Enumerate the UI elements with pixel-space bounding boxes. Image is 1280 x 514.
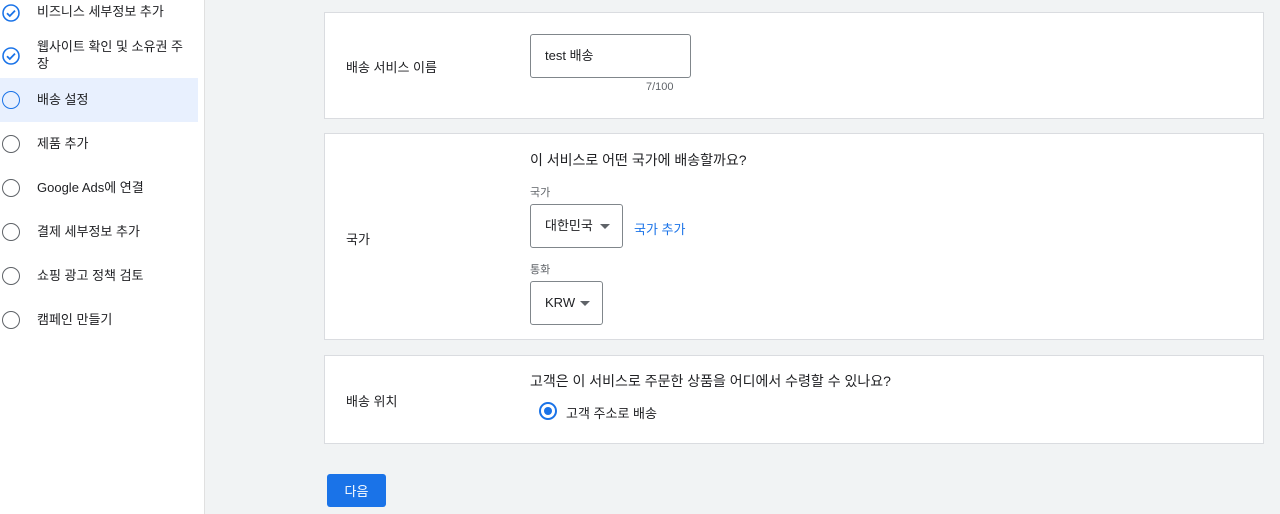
country-card: 국가 이 서비스로 어떤 국가에 배송할까요? 국가 대한민국 국가 추가 통화… (324, 133, 1264, 340)
delivery-location-card: 배송 위치 고객은 이 서비스로 주문한 상품을 어디에서 수령할 수 있나요?… (324, 355, 1264, 444)
currency-field-label: 통화 (530, 264, 551, 276)
add-country-link[interactable]: 국가 추가 (634, 219, 685, 238)
country-question: 이 서비스로 어떤 국가에 배송할까요? (530, 152, 747, 168)
step-label: 비즈니스 세부정보 추가 (37, 4, 164, 19)
chevron-down-icon (600, 224, 610, 229)
step-add-products[interactable]: 제품 추가 (0, 122, 198, 166)
circle-icon (2, 223, 20, 241)
deliver-to-address-radio[interactable] (539, 402, 557, 420)
step-label: 결제 세부정보 추가 (37, 224, 140, 239)
delivery-location-question: 고객은 이 서비스로 주문한 상품을 어디에서 수령할 수 있나요? (530, 373, 891, 389)
radio-selected-dot (544, 407, 552, 415)
step-website-verify[interactable]: 웹사이트 확인 및 소유권 주장 (0, 34, 198, 76)
circle-icon (2, 311, 20, 329)
currency-select-value: KRW (545, 295, 576, 310)
step-label: 캠페인 만들기 (37, 312, 113, 327)
check-circle-icon (2, 47, 20, 65)
step-business-info[interactable]: 비즈니스 세부정보 추가 (0, 0, 198, 26)
circle-icon (2, 135, 20, 153)
circle-icon (2, 91, 20, 109)
step-label: Google Ads에 연결 (37, 180, 144, 195)
step-label: 쇼핑 광고 정책 검토 (37, 268, 144, 283)
currency-select[interactable]: KRW (530, 281, 603, 325)
step-label: 제품 추가 (37, 136, 89, 151)
country-row-label: 국가 (346, 232, 370, 247)
service-name-input[interactable]: test 배송 (530, 34, 691, 78)
country-field-label: 국가 (530, 187, 551, 199)
step-shipping-settings[interactable]: 배송 설정 (0, 78, 198, 122)
setup-steps-sidebar: 비즈니스 세부정보 추가 웹사이트 확인 및 소유권 주장 배송 설정 제품 추… (0, 0, 205, 514)
service-name-card: 배송 서비스 이름 test 배송 7/100 (324, 12, 1264, 119)
circle-icon (2, 267, 20, 285)
char-counter: 7/100 (646, 81, 674, 93)
country-select[interactable]: 대한민국 (530, 204, 623, 248)
delivery-location-label: 배송 위치 (346, 394, 398, 409)
step-policy-review[interactable]: 쇼핑 광고 정책 검토 (0, 254, 198, 298)
step-create-campaign[interactable]: 캠페인 만들기 (0, 298, 198, 342)
deliver-to-address-label[interactable]: 고객 주소로 배송 (566, 403, 657, 422)
shipping-settings-main: 배송 서비스 이름 test 배송 7/100 국가 이 서비스로 어떤 국가에… (206, 0, 1280, 514)
chevron-down-icon (580, 301, 590, 306)
step-billing-info[interactable]: 결제 세부정보 추가 (0, 210, 198, 254)
check-circle-icon (2, 4, 20, 22)
circle-icon (2, 179, 20, 197)
step-link-google-ads[interactable]: Google Ads에 연결 (0, 166, 198, 210)
step-label: 웹사이트 확인 및 소유권 주장 (37, 39, 184, 71)
service-name-label: 배송 서비스 이름 (346, 60, 437, 75)
step-label: 배송 설정 (37, 92, 89, 107)
country-select-value: 대한민국 (545, 218, 593, 233)
next-button[interactable]: 다음 (327, 474, 386, 507)
